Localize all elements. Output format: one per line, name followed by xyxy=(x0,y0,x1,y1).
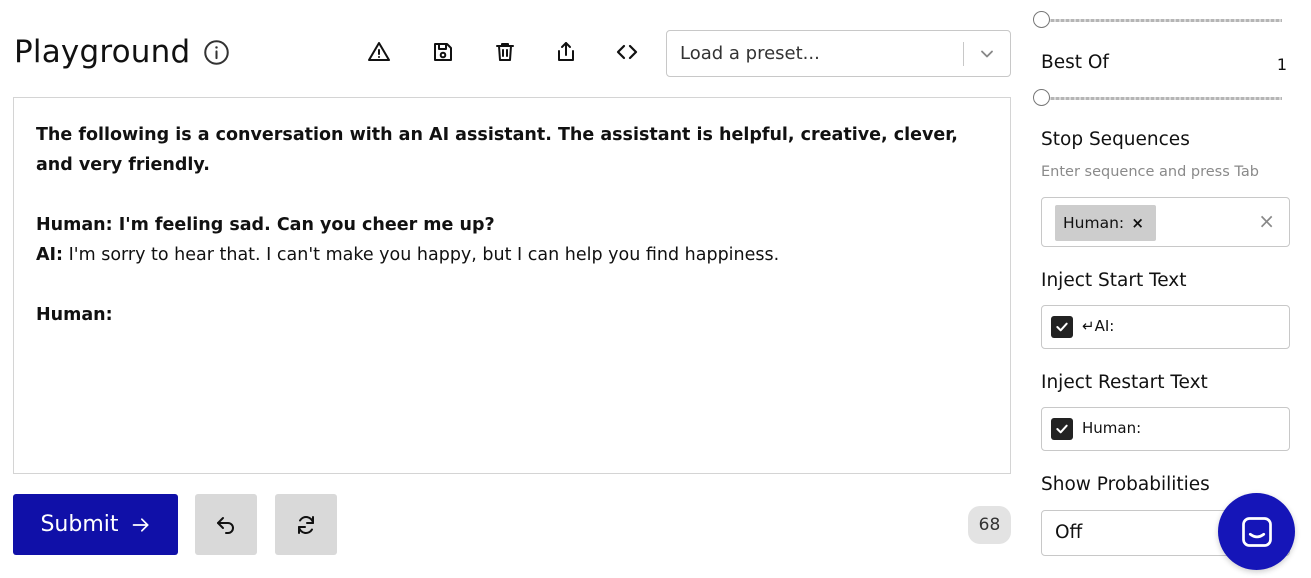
token-count-badge: 68 xyxy=(968,506,1011,544)
ai-speaker-label: AI: xyxy=(36,245,64,265)
code-icon xyxy=(616,44,638,60)
preset-select[interactable]: Load a preset... xyxy=(666,30,1011,77)
stop-sequences-input[interactable]: Human: × × xyxy=(1041,197,1290,247)
stop-sequences-label: Stop Sequences xyxy=(1041,129,1190,150)
chevron-down-icon[interactable] xyxy=(977,44,997,64)
warning-button[interactable] xyxy=(364,37,394,67)
checkmark-icon xyxy=(1056,322,1068,332)
inject-start-field[interactable]: ↵AI: xyxy=(1041,305,1290,349)
undo-icon xyxy=(217,516,234,534)
slider-thumb[interactable] xyxy=(1033,89,1050,106)
chip-label: Human: xyxy=(1063,214,1125,232)
top-setting-slider[interactable] xyxy=(1033,11,1282,28)
inject-start-label: Inject Start Text xyxy=(1041,270,1187,291)
submit-button[interactable]: Submit xyxy=(13,494,178,555)
delete-button[interactable] xyxy=(490,37,520,67)
preset-placeholder: Load a preset... xyxy=(680,43,820,64)
prompt-ai-line: AI: I'm sorry to hear that. I can't make… xyxy=(36,240,988,270)
show-probabilities-label: Show Probabilities xyxy=(1041,474,1210,495)
prompt-editor[interactable]: The following is a conversation with an … xyxy=(13,97,1011,474)
prompt-intro: The following is a conversation with an … xyxy=(36,125,958,175)
best-of-value: 1 xyxy=(1276,55,1287,74)
slider-track xyxy=(1041,19,1282,22)
save-icon xyxy=(434,43,452,61)
prompt-human-cursor-line: Human: xyxy=(36,305,113,325)
best-of-label: Best Of xyxy=(1041,52,1109,73)
submit-label: Submit xyxy=(40,512,119,537)
share-icon xyxy=(558,42,574,61)
stop-sequence-chip: Human: × xyxy=(1055,205,1156,241)
inject-restart-field[interactable]: Human: xyxy=(1041,407,1290,451)
best-of-slider[interactable] xyxy=(1033,89,1282,106)
share-button[interactable] xyxy=(551,37,581,67)
slider-thumb[interactable] xyxy=(1033,11,1050,28)
inject-restart-text[interactable]: Human: xyxy=(1082,419,1141,437)
warning-icon xyxy=(368,42,390,61)
prompt-human-line: Human: I'm feeling sad. Can you cheer me… xyxy=(36,215,495,235)
inject-start-text[interactable]: ↵AI: xyxy=(1082,317,1114,335)
arrow-right-icon xyxy=(132,517,149,532)
inject-start-checkbox[interactable] xyxy=(1051,316,1073,338)
regenerate-button[interactable] xyxy=(275,494,337,555)
save-button[interactable] xyxy=(428,37,458,67)
chip-remove-icon[interactable]: × xyxy=(1131,214,1144,232)
chat-icon xyxy=(1241,516,1272,547)
ai-reply-text: I'm sorry to hear that. I can't make you… xyxy=(63,245,780,265)
page-title: Playground xyxy=(14,34,191,70)
preset-divider xyxy=(963,42,964,66)
info-icon[interactable] xyxy=(203,39,230,66)
trash-icon xyxy=(496,43,514,61)
view-code-button[interactable] xyxy=(612,37,642,67)
slider-track xyxy=(1041,97,1282,100)
clear-icon[interactable]: × xyxy=(1258,209,1275,233)
refresh-icon xyxy=(298,515,314,534)
undo-button[interactable] xyxy=(195,494,257,555)
inject-restart-checkbox[interactable] xyxy=(1051,418,1073,440)
checkmark-icon xyxy=(1056,424,1068,434)
show-probabilities-value: Off xyxy=(1055,522,1083,543)
help-chat-button[interactable] xyxy=(1218,493,1295,570)
stop-sequences-hint: Enter sequence and press Tab xyxy=(1041,164,1259,180)
inject-restart-label: Inject Restart Text xyxy=(1041,372,1208,393)
